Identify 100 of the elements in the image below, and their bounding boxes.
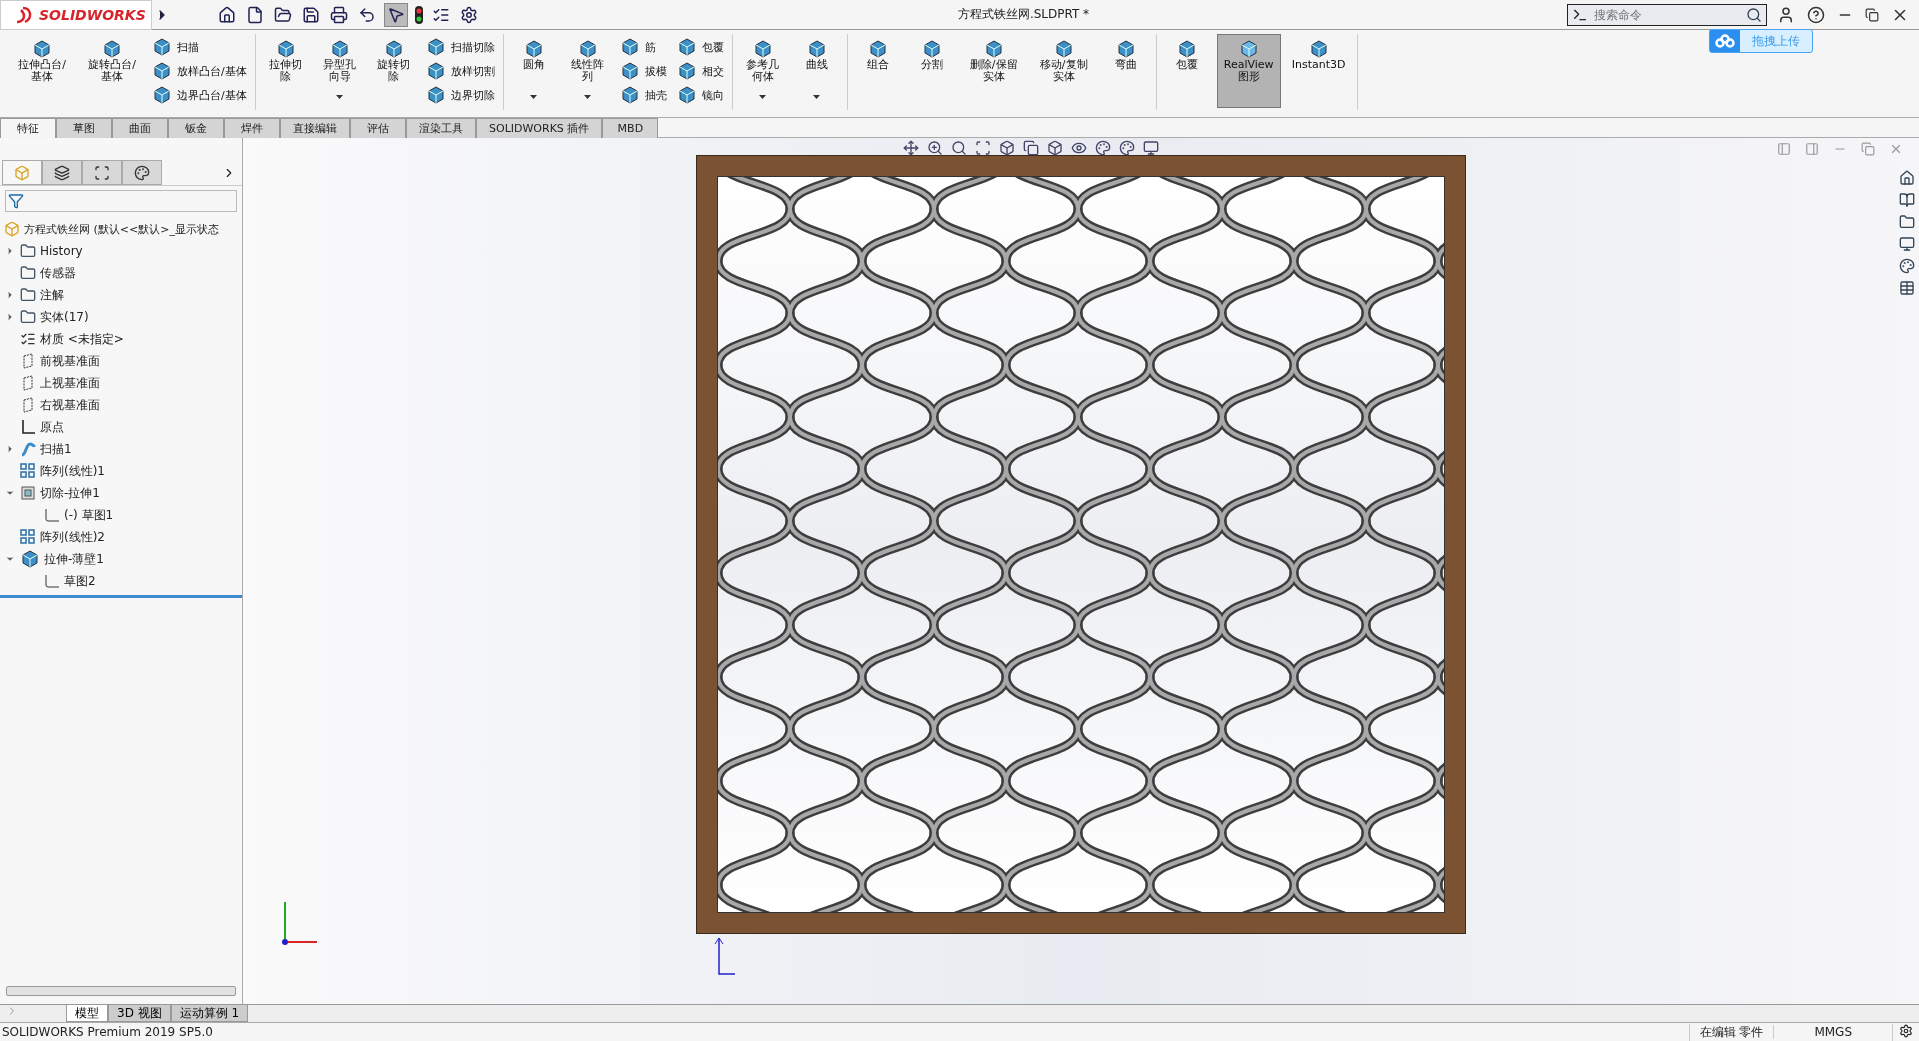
search-input[interactable]: 搜索命令 [1592, 6, 1742, 23]
tree-icon [54, 164, 70, 181]
ribbon-button[interactable]: 放样凸台/基体 [150, 60, 249, 82]
user-icon[interactable] [1777, 5, 1795, 24]
ribbon-button[interactable]: 曲线 [792, 34, 841, 108]
view-tool-icon[interactable] [1047, 140, 1063, 156]
home-icon[interactable] [1899, 170, 1915, 186]
command-tab[interactable]: 直接编辑 [280, 118, 350, 138]
ribbon-button[interactable]: 扫描切除 [423, 36, 497, 58]
tree-item[interactable]: 传感器 [40, 264, 76, 282]
tree-item[interactable]: 右视基准面 [40, 396, 100, 414]
search-icon[interactable] [1746, 6, 1762, 23]
caret-icon[interactable] [759, 95, 767, 99]
ribbon-button[interactable]: 参考几何体 [738, 34, 787, 108]
ribbon-button[interactable]: 线性阵列 [563, 34, 612, 108]
view-tool-icon[interactable] [951, 140, 967, 156]
ribbon-button[interactable]: 组合 [853, 34, 902, 108]
tree-item[interactable]: 拉伸-薄壁1 [44, 550, 104, 568]
sheet-tab[interactable]: 3D 视图 [108, 1005, 171, 1022]
ribbon-button[interactable]: 分割 [907, 34, 956, 108]
ribbon-button[interactable]: 拉伸凸台/基体 [10, 34, 74, 108]
view-tool-icon[interactable] [1143, 140, 1159, 156]
search-bar[interactable]: 搜索命令 [1567, 3, 1767, 26]
caret-icon[interactable] [336, 95, 344, 99]
palette-icon[interactable] [1899, 258, 1915, 274]
command-tab[interactable]: 曲面 [112, 118, 168, 138]
tree-item[interactable]: 上视基准面 [40, 374, 100, 392]
view-tool-icon[interactable] [1119, 140, 1135, 156]
help-icon[interactable] [1807, 5, 1825, 24]
view-tool-icon[interactable] [927, 140, 943, 156]
caret-icon[interactable] [530, 95, 538, 99]
units-button[interactable]: MMGS [1773, 1025, 1892, 1039]
command-tab[interactable]: SOLIDWORKS 插件 [476, 118, 603, 138]
tree-item[interactable]: 原点 [40, 418, 64, 436]
tree-item[interactable]: 草图2 [64, 572, 96, 590]
ribbon-button[interactable]: RealView图形 [1216, 34, 1281, 108]
table-icon[interactable] [1899, 280, 1915, 296]
view-tool-icon[interactable] [1095, 140, 1111, 156]
tree-item[interactable]: 实体(17) [40, 308, 89, 326]
cube-icon [1238, 39, 1259, 59]
ribbon-button[interactable]: 弯曲 [1101, 34, 1150, 108]
ribbon-button[interactable]: 拉伸切除 [261, 34, 310, 108]
tree-item[interactable]: 阵列(线性)2 [40, 528, 105, 546]
cube-icon [383, 39, 404, 59]
ribbon-button[interactable]: Instant3D [1286, 34, 1351, 108]
ribbon-button[interactable]: 异型孔向导 [315, 34, 364, 108]
ribbon-button[interactable]: 移动/复制实体 [1031, 34, 1096, 108]
settings-icon[interactable] [1899, 1023, 1913, 1038]
tree-item[interactable]: 注解 [40, 286, 64, 304]
ribbon-button[interactable]: 包覆 [674, 36, 726, 58]
restore-icon[interactable] [1865, 7, 1879, 22]
ribbon-button[interactable]: 相交 [674, 60, 726, 82]
traffic-light-icon[interactable] [414, 4, 424, 25]
ribbon-button[interactable]: 抽壳 [617, 84, 669, 106]
tree-item[interactable]: 切除-拉伸1 [40, 484, 100, 502]
cube-icon [752, 39, 773, 59]
tree-item[interactable]: 阵列(线性)1 [40, 462, 105, 480]
sheet-tab[interactable]: 模型 [66, 1005, 108, 1022]
view-tool-icon[interactable] [999, 140, 1015, 156]
caret-icon[interactable] [584, 95, 592, 99]
filter-field[interactable] [5, 190, 237, 212]
tree-item[interactable]: 前视基准面 [40, 352, 100, 370]
view-tool-icon[interactable] [1023, 140, 1039, 156]
tree-item[interactable]: 扫描1 [40, 440, 72, 458]
sheet-tab[interactable]: 运动算例 1 [170, 1005, 249, 1022]
ribbon-button[interactable]: 边界凸台/基体 [150, 84, 249, 106]
ribbon-button[interactable]: 圆角 [509, 34, 558, 108]
ribbon-button[interactable]: 筋 [617, 36, 669, 58]
ribbon-button[interactable]: 旋转凸台/基体 [80, 34, 144, 108]
ribbon-button[interactable]: 扫描 [150, 36, 249, 58]
tree-item[interactable]: (-) 草图1 [64, 506, 114, 524]
command-tab[interactable]: 评估 [350, 118, 406, 138]
ribbon-button[interactable]: 镜向 [674, 84, 726, 106]
ribbon-button[interactable]: 包覆 [1162, 34, 1211, 108]
view-tool-icon[interactable] [1071, 140, 1087, 156]
ribbon-button[interactable]: 拔模 [617, 60, 669, 82]
tree-item[interactable]: History [40, 244, 83, 258]
ribbon-button[interactable]: 删除/保留实体 [961, 34, 1026, 108]
monitor-icon[interactable] [1899, 236, 1915, 252]
tree-item[interactable]: 材质 <未指定> [40, 330, 124, 348]
command-tab[interactable]: 焊件 [224, 118, 280, 138]
command-tab[interactable]: 渲染工具 [406, 118, 476, 138]
command-tab[interactable]: 钣金 [168, 118, 224, 138]
command-tab[interactable]: MBD [602, 118, 659, 138]
panel-tab[interactable] [82, 160, 122, 185]
view-tool-icon[interactable] [903, 140, 919, 156]
ribbon-button[interactable]: 边界切除 [423, 84, 497, 106]
panel-tab[interactable] [42, 160, 82, 185]
pointer-icon[interactable] [384, 2, 408, 27]
panel-tab[interactable] [122, 160, 162, 185]
view-tool-icon[interactable] [975, 140, 991, 156]
book-icon[interactable] [1899, 192, 1915, 208]
cube-icon [676, 85, 697, 105]
command-tab[interactable]: 草图 [56, 118, 112, 138]
command-tab[interactable]: 特征 [0, 118, 56, 138]
tree-root[interactable]: 方程式铁丝网 (默认<<默认>_显示状态 [24, 221, 219, 237]
folder-icon[interactable] [1899, 214, 1915, 230]
ribbon-button[interactable]: 旋转切除 [369, 34, 418, 108]
ribbon-button[interactable]: 放样切割 [423, 60, 497, 82]
caret-icon[interactable] [813, 95, 821, 99]
